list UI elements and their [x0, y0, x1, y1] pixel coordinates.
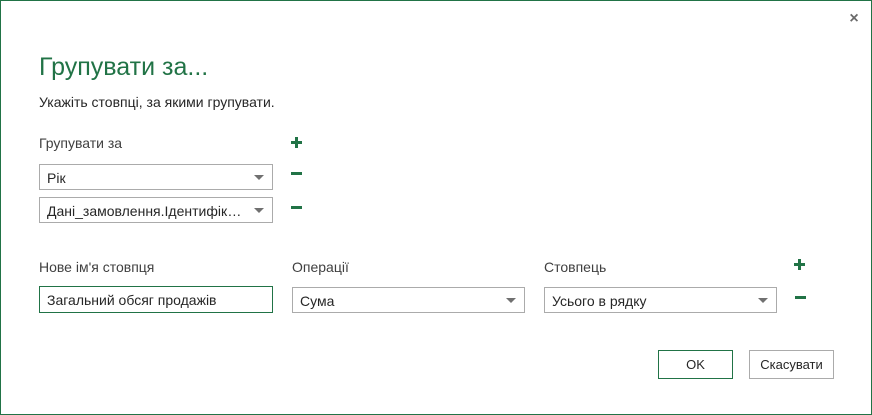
remove-group-column-2-minus-icon[interactable]: [290, 201, 304, 215]
add-aggregation-plus-icon[interactable]: [793, 258, 807, 272]
dialog-subtitle: Укажіть стовпці, за якими групувати.: [39, 94, 275, 110]
close-icon[interactable]: ×: [846, 11, 862, 27]
ok-button[interactable]: OK: [658, 350, 733, 379]
remove-group-column-1-minus-icon[interactable]: [290, 167, 304, 181]
chevron-down-icon: [254, 208, 264, 213]
group-by-column-2-value: Дані_замовлення.Ідентифікатор_категорії: [47, 203, 246, 219]
new-column-name-label: Нове ім'я стовпця: [39, 259, 155, 275]
group-by-column-1-value: Рік: [47, 170, 66, 186]
column-dropdown[interactable]: Усього в рядку: [544, 287, 777, 313]
cancel-button[interactable]: Скасувати: [749, 350, 834, 379]
chevron-down-icon: [506, 298, 516, 303]
group-by-column-dropdown-1[interactable]: Рік: [39, 164, 273, 190]
add-group-column-plus-icon[interactable]: [290, 136, 304, 150]
chevron-down-icon: [758, 298, 768, 303]
group-by-dialog: × Групувати за... Укажіть стовпці, за як…: [0, 0, 872, 415]
chevron-down-icon: [254, 175, 264, 180]
dialog-title: Групувати за...: [39, 53, 209, 81]
operation-label: Операції: [292, 259, 349, 275]
column-value: Усього в рядку: [552, 293, 647, 309]
group-by-column-dropdown-2[interactable]: Дані_замовлення.Ідентифікатор_категорії: [39, 197, 273, 223]
remove-aggregation-minus-icon[interactable]: [794, 291, 808, 305]
column-label: Стовпець: [544, 259, 607, 275]
operation-dropdown[interactable]: Сума: [292, 287, 525, 313]
group-by-label: Групувати за: [39, 135, 123, 151]
new-column-name-input[interactable]: Загальний обсяг продажів: [39, 286, 273, 313]
operation-value: Сума: [300, 293, 335, 309]
new-column-name-value: Загальний обсяг продажів: [47, 292, 217, 308]
